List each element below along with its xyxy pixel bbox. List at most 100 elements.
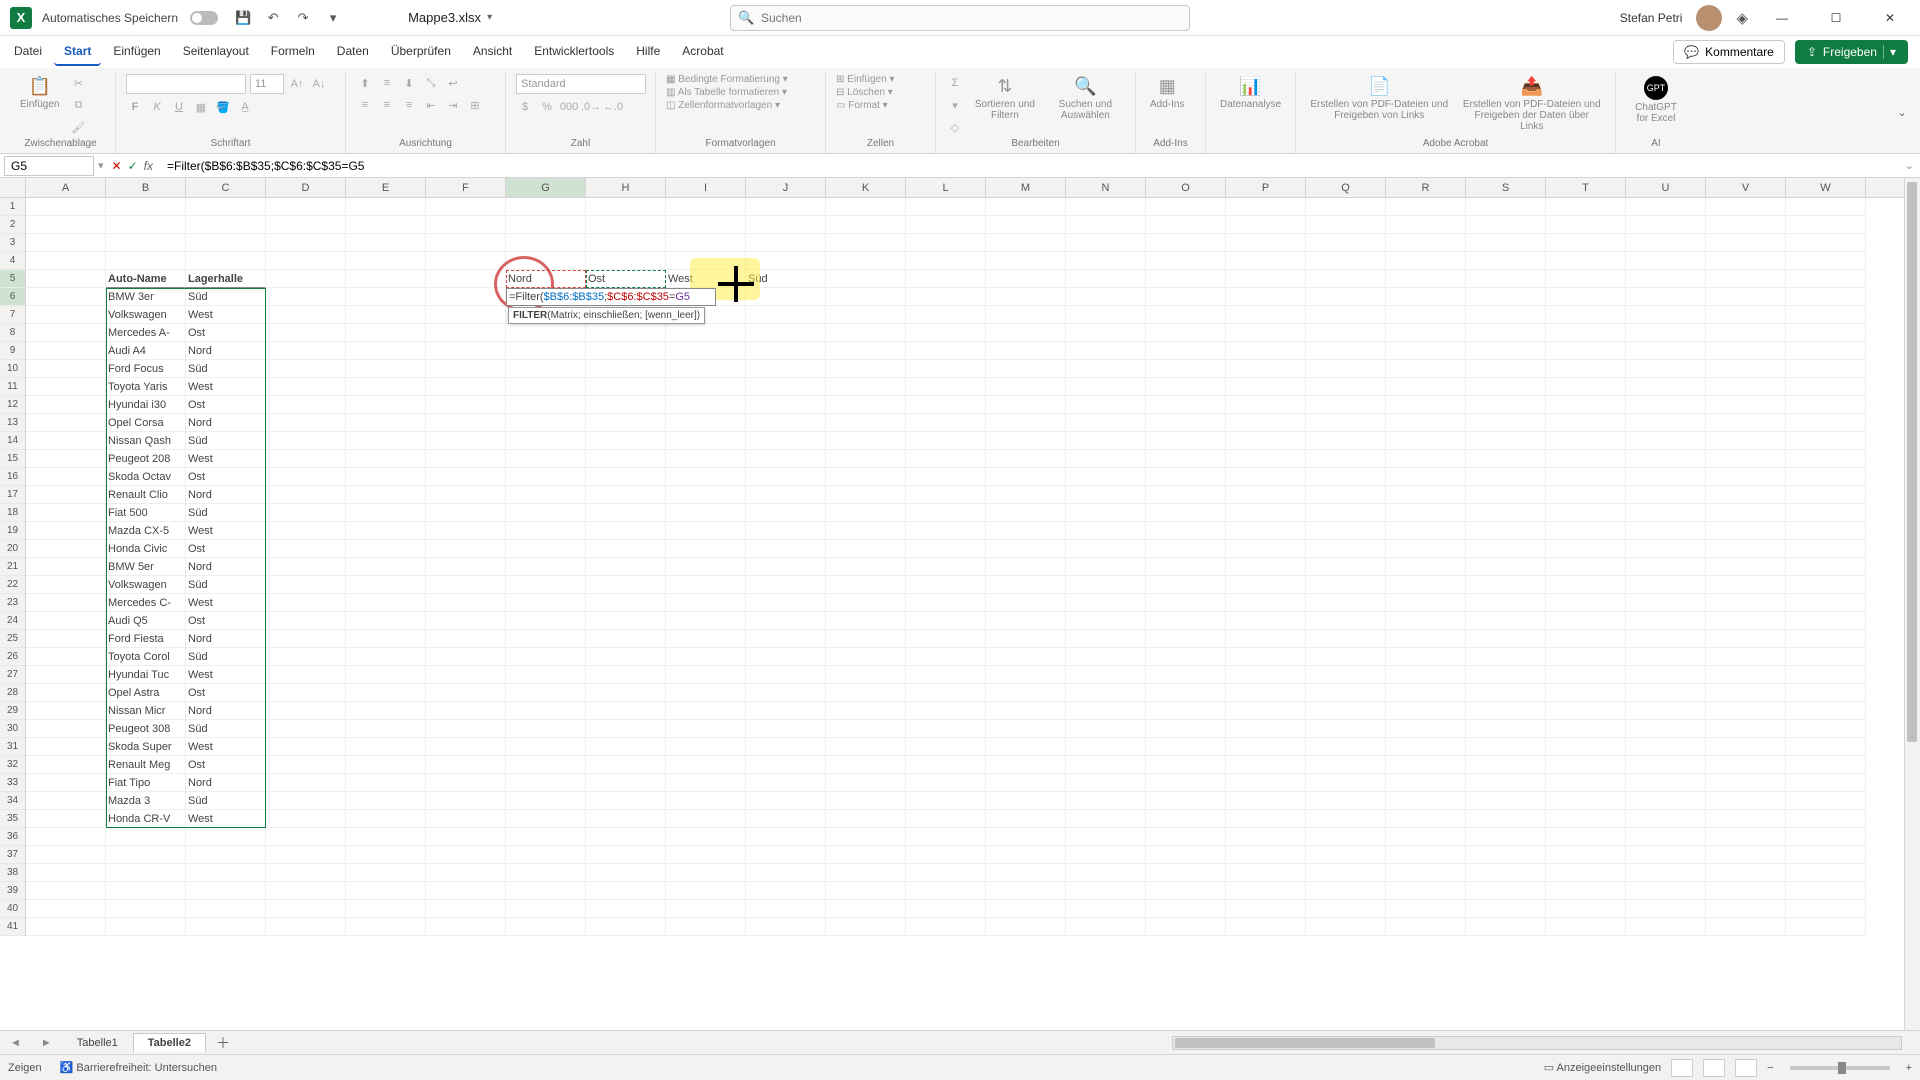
- cell[interactable]: [1546, 360, 1626, 378]
- cell[interactable]: [666, 342, 746, 360]
- tab-einfügen[interactable]: Einfügen: [103, 38, 170, 66]
- paste-button[interactable]: 📋 Einfügen: [16, 74, 63, 112]
- cell[interactable]: [986, 234, 1066, 252]
- cell[interactable]: [266, 288, 346, 306]
- cell[interactable]: [266, 252, 346, 270]
- cell[interactable]: [1706, 252, 1786, 270]
- cell[interactable]: [26, 270, 106, 288]
- cell[interactable]: [1306, 396, 1386, 414]
- cell[interactable]: [666, 576, 746, 594]
- cell[interactable]: [1706, 288, 1786, 306]
- cell[interactable]: [906, 630, 986, 648]
- cell[interactable]: [906, 450, 986, 468]
- cell[interactable]: [1466, 756, 1546, 774]
- cell[interactable]: [1306, 414, 1386, 432]
- cell[interactable]: [1626, 198, 1706, 216]
- cell[interactable]: [906, 612, 986, 630]
- cell[interactable]: [666, 684, 746, 702]
- cell[interactable]: [906, 666, 986, 684]
- cell[interactable]: [666, 774, 746, 792]
- cell[interactable]: [1386, 486, 1466, 504]
- cell[interactable]: [106, 900, 186, 918]
- scroll-thumb[interactable]: [1175, 1038, 1435, 1048]
- cell[interactable]: [1466, 468, 1546, 486]
- cell[interactable]: [266, 558, 346, 576]
- cell[interactable]: [586, 720, 666, 738]
- cell[interactable]: Lagerhalle: [186, 270, 266, 288]
- cell[interactable]: [1306, 288, 1386, 306]
- cell[interactable]: [1546, 432, 1626, 450]
- sheet-area[interactable]: ABCDEFGHIJKLMNOPQRSTUVW 12345Auto-NameLa…: [0, 178, 1920, 1030]
- cell[interactable]: [1626, 576, 1706, 594]
- tab-seitenlayout[interactable]: Seitenlayout: [173, 38, 259, 66]
- cell[interactable]: [26, 738, 106, 756]
- cell[interactable]: [426, 720, 506, 738]
- cell[interactable]: [1226, 810, 1306, 828]
- cell[interactable]: [1706, 540, 1786, 558]
- merge-icon[interactable]: ⊞: [466, 96, 484, 114]
- cell[interactable]: [986, 900, 1066, 918]
- cell[interactable]: [1066, 882, 1146, 900]
- cell[interactable]: [1146, 522, 1226, 540]
- indent-dec-icon[interactable]: ⇤: [422, 96, 440, 114]
- cell[interactable]: [1546, 486, 1626, 504]
- cell[interactable]: [1546, 720, 1626, 738]
- cell[interactable]: [506, 378, 586, 396]
- cell[interactable]: [506, 630, 586, 648]
- cell[interactable]: [346, 360, 426, 378]
- display-settings[interactable]: ▭ Anzeigeeinstellungen: [1544, 1061, 1661, 1074]
- cell[interactable]: [906, 414, 986, 432]
- tab-ansicht[interactable]: Ansicht: [463, 38, 522, 66]
- cell[interactable]: [906, 540, 986, 558]
- cell[interactable]: [906, 396, 986, 414]
- cell[interactable]: [186, 882, 266, 900]
- cell[interactable]: [26, 396, 106, 414]
- cell[interactable]: [26, 432, 106, 450]
- cell[interactable]: [1306, 882, 1386, 900]
- cell[interactable]: [1386, 450, 1466, 468]
- cell[interactable]: [106, 846, 186, 864]
- cell[interactable]: [666, 486, 746, 504]
- cell[interactable]: [26, 576, 106, 594]
- cell[interactable]: [746, 846, 826, 864]
- cell[interactable]: [906, 684, 986, 702]
- cell[interactable]: [1386, 828, 1466, 846]
- cell[interactable]: [1626, 504, 1706, 522]
- cell[interactable]: [26, 198, 106, 216]
- cell[interactable]: [586, 522, 666, 540]
- cell[interactable]: [1706, 198, 1786, 216]
- cell[interactable]: [586, 900, 666, 918]
- cell[interactable]: [1706, 882, 1786, 900]
- cell[interactable]: [826, 720, 906, 738]
- cell[interactable]: [26, 522, 106, 540]
- insert-cells-button[interactable]: ⊞ Einfügen ▾: [836, 74, 894, 85]
- cell[interactable]: [1226, 864, 1306, 882]
- select-all-corner[interactable]: [0, 178, 26, 197]
- row-header[interactable]: 25: [0, 630, 26, 648]
- cell[interactable]: [1066, 450, 1146, 468]
- cell[interactable]: [826, 756, 906, 774]
- cell[interactable]: [1706, 360, 1786, 378]
- cell[interactable]: [1226, 720, 1306, 738]
- cell[interactable]: [1706, 396, 1786, 414]
- cell[interactable]: [1786, 720, 1866, 738]
- cell[interactable]: [266, 720, 346, 738]
- cell[interactable]: [906, 324, 986, 342]
- cell[interactable]: [346, 558, 426, 576]
- cell[interactable]: [826, 774, 906, 792]
- cell[interactable]: [266, 792, 346, 810]
- cell[interactable]: [346, 594, 426, 612]
- cell[interactable]: [26, 450, 106, 468]
- cell[interactable]: [666, 432, 746, 450]
- cell[interactable]: [666, 558, 746, 576]
- cell[interactable]: [346, 612, 426, 630]
- cell[interactable]: [346, 450, 426, 468]
- row-header[interactable]: 31: [0, 738, 26, 756]
- cell[interactable]: [586, 630, 666, 648]
- cell[interactable]: [746, 666, 826, 684]
- cell[interactable]: [266, 738, 346, 756]
- cell[interactable]: [1226, 702, 1306, 720]
- cell[interactable]: [906, 828, 986, 846]
- cell[interactable]: [1706, 468, 1786, 486]
- cell[interactable]: [1786, 504, 1866, 522]
